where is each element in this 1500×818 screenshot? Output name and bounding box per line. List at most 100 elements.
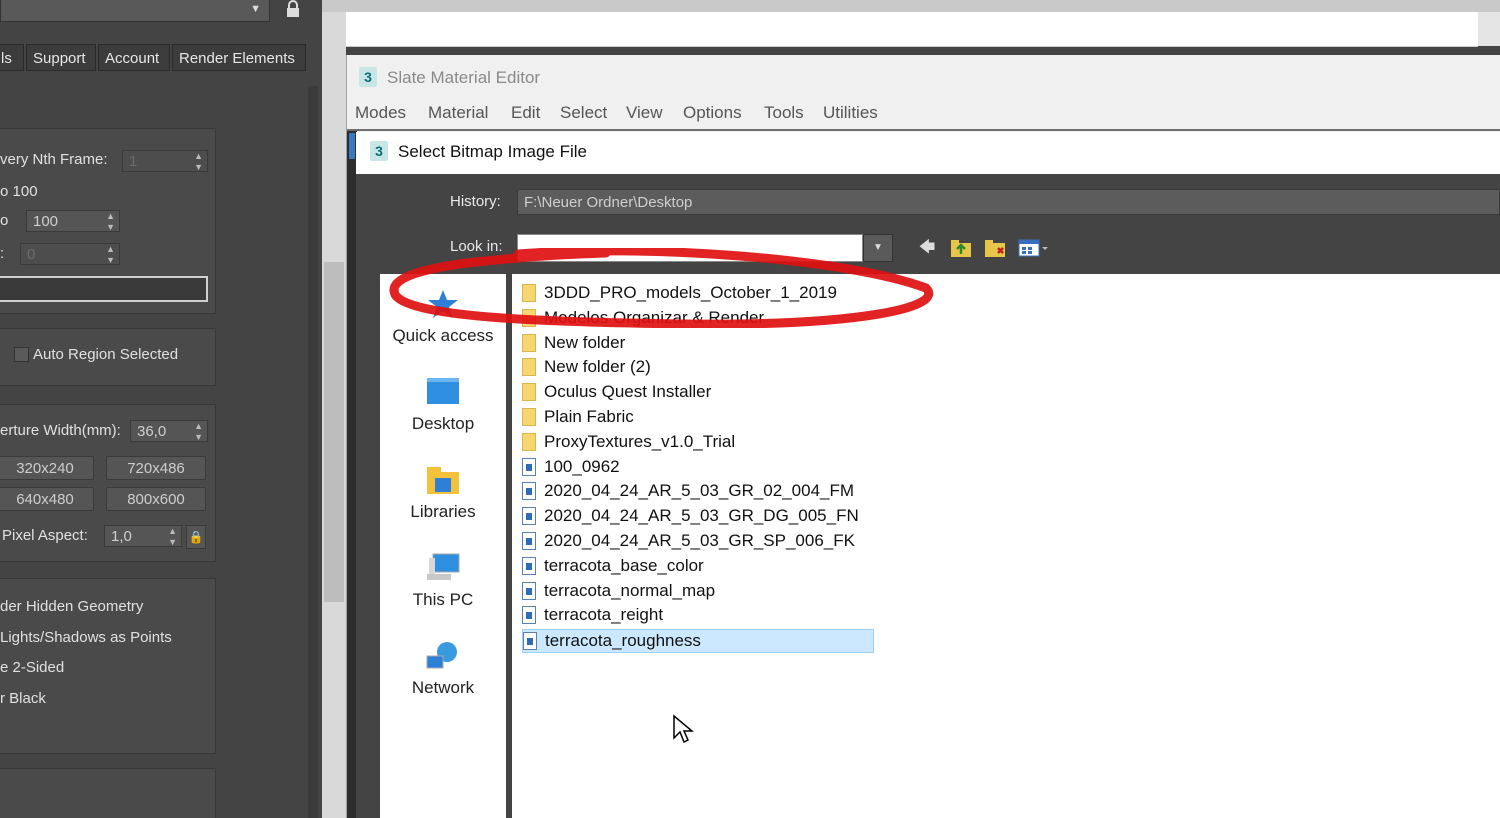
chevron-down-icon[interactable]: ▼ — [863, 234, 893, 262]
place-quick-access[interactable]: Quick access — [380, 288, 506, 346]
list-item-image[interactable]: terracota_base_color — [522, 555, 874, 579]
place-libraries[interactable]: Libraries — [380, 464, 506, 522]
list-item-image[interactable]: 2020_04_24_AR_5_03_GR_SP_006_FK — [522, 530, 874, 554]
image-file-icon — [522, 606, 536, 624]
menu-material[interactable]: Material — [428, 103, 488, 123]
list-item-folder[interactable]: Plain Fabric — [522, 406, 874, 430]
image-file-icon — [522, 557, 536, 575]
up-folder-icon[interactable] — [950, 238, 972, 258]
list-item-image[interactable]: 2020_04_24_AR_5_03_GR_02_004_FM — [522, 480, 874, 504]
sme-title: Slate Material Editor — [387, 68, 541, 87]
pixel-aspect-label: Pixel Aspect: — [2, 527, 88, 544]
viewport-edge-shade — [324, 262, 344, 602]
folder-icon — [522, 408, 536, 426]
libraries-icon — [425, 464, 461, 496]
aperture-label: erture Width(mm): — [0, 422, 121, 439]
res-800x600-button[interactable]: 800x600 — [106, 487, 206, 511]
frame-field-label: : — [0, 245, 5, 262]
render-settings-panel: ▼ ls Support Account Render Elements ver… — [0, 0, 322, 818]
look-in-label: Look in: — [450, 238, 503, 255]
renderer-dropdown[interactable]: ▼ — [0, 0, 270, 22]
menu-view[interactable]: View — [626, 103, 663, 123]
list-item-folder[interactable]: New folder (2) — [522, 356, 874, 380]
res-640x480-button[interactable]: 640x480 — [0, 487, 94, 511]
main-toolbar-strip — [322, 0, 1500, 12]
sme-left-tab[interactable] — [349, 133, 355, 159]
spinner-arrows-icon: ▲ ▼ — [168, 526, 177, 547]
menu-utilities[interactable]: Utilities — [823, 103, 878, 123]
res-720x486-button[interactable]: 720x486 — [106, 456, 206, 480]
image-file-icon — [522, 532, 536, 550]
tab-render-elements[interactable]: Render Elements — [172, 44, 306, 71]
image-file-icon — [523, 632, 537, 650]
top-scrollbar[interactable] — [1478, 12, 1500, 46]
aspect-lock-icon[interactable]: 🔒 — [186, 525, 206, 549]
spinner-arrows-icon: ▲ ▼ — [106, 244, 115, 265]
file-number-base-field[interactable] — [0, 276, 208, 302]
tab-account[interactable]: Account — [98, 44, 170, 71]
network-globe-icon — [425, 640, 461, 672]
option-black: r Black — [0, 690, 46, 707]
menu-options[interactable]: Options — [683, 103, 742, 123]
every-nth-label: very Nth Frame: — [0, 151, 108, 168]
image-file-icon — [522, 458, 536, 476]
every-nth-spinner[interactable]: 1 ▲ ▼ — [122, 150, 208, 172]
viewport-edge — [322, 0, 346, 818]
view-menu-icon[interactable] — [1018, 238, 1048, 258]
list-item-image[interactable]: 2020_04_24_AR_5_03_GR_DG_005_FN — [522, 505, 874, 529]
spinner-arrows-icon: ▲ ▼ — [194, 421, 203, 442]
menu-select[interactable]: Select — [560, 103, 607, 123]
folder-icon — [522, 309, 536, 327]
list-item-folder[interactable]: Modelos Organizar & Render — [522, 307, 874, 331]
auto-region-checkbox[interactable] — [14, 347, 29, 362]
lock-icon[interactable] — [284, 0, 302, 18]
option-hidden-geometry: der Hidden Geometry — [0, 598, 144, 615]
sme-titlebar: 3 Slate Material Editor — [347, 63, 1500, 93]
list-item-folder[interactable]: 3DDD_PRO_models_October_1_2019 — [522, 282, 874, 306]
menu-edit[interactable]: Edit — [511, 103, 540, 123]
sme-divider — [347, 129, 1500, 131]
folder-icon — [522, 358, 536, 376]
select-bitmap-dialog: 3 Select Bitmap Image File History: F:\N… — [356, 132, 1500, 818]
folder-icon — [522, 284, 536, 302]
frame-spinner[interactable]: 0 ▲ ▼ — [20, 243, 120, 265]
auto-region-label: Auto Region Selected — [33, 346, 179, 363]
range-to-label: o 100 — [0, 183, 38, 200]
tab-support[interactable]: Support — [26, 44, 96, 71]
list-item-image[interactable]: terracota_normal_map — [522, 580, 874, 604]
option-lights-shadows: Lights/Shadows as Points — [0, 629, 172, 646]
list-item-image-selected[interactable]: terracota_roughness — [522, 629, 874, 653]
panel-scrollbar[interactable] — [308, 86, 318, 818]
option-two-sided: e 2-Sided — [0, 659, 65, 676]
menu-modes[interactable]: Modes — [355, 103, 406, 123]
star-icon — [425, 288, 461, 320]
history-label: History: — [450, 193, 501, 210]
menu-tools[interactable]: Tools — [764, 103, 804, 123]
list-item-folder[interactable]: Oculus Quest Installer — [522, 381, 874, 405]
place-network[interactable]: Network — [380, 640, 506, 698]
aperture-spinner[interactable]: 36,0 ▲ ▼ — [130, 420, 208, 442]
list-item-image[interactable]: 100_0962 — [522, 456, 874, 480]
tab-tools[interactable]: ls — [0, 44, 24, 71]
back-arrow-icon[interactable]: 🡄 — [916, 238, 938, 258]
dialog-title: Select Bitmap Image File — [398, 142, 587, 161]
range-spinner[interactable]: 100 ▲ ▼ — [26, 210, 120, 232]
look-in-dropdown[interactable] — [517, 234, 863, 262]
pixel-aspect-spinner[interactable]: 1,0 ▲ ▼ — [104, 525, 182, 547]
range-label: o — [0, 212, 9, 229]
spinner-arrows-icon: ▲ ▼ — [106, 211, 115, 232]
list-item-folder[interactable]: New folder — [522, 332, 874, 356]
history-dropdown[interactable]: F:\Neuer Ordner\Desktop — [517, 189, 1500, 215]
top-input-area — [346, 12, 1478, 47]
place-this-pc[interactable]: This PC — [380, 552, 506, 610]
places-bar: Quick access Desktop Libraries This PC N… — [380, 274, 506, 818]
place-desktop[interactable]: Desktop — [380, 376, 506, 434]
list-item-image[interactable]: terracota_reight — [522, 604, 874, 628]
file-list: 3DDD_PRO_models_October_1_2019 Modelos O… — [512, 274, 1500, 818]
new-folder-icon[interactable] — [984, 238, 1006, 258]
computer-icon — [425, 552, 461, 584]
res-320x240-button[interactable]: 320x240 — [0, 456, 94, 480]
folder-icon — [522, 433, 536, 451]
list-item-folder[interactable]: ProxyTextures_v1.0_Trial — [522, 431, 874, 455]
image-file-icon — [522, 482, 536, 500]
